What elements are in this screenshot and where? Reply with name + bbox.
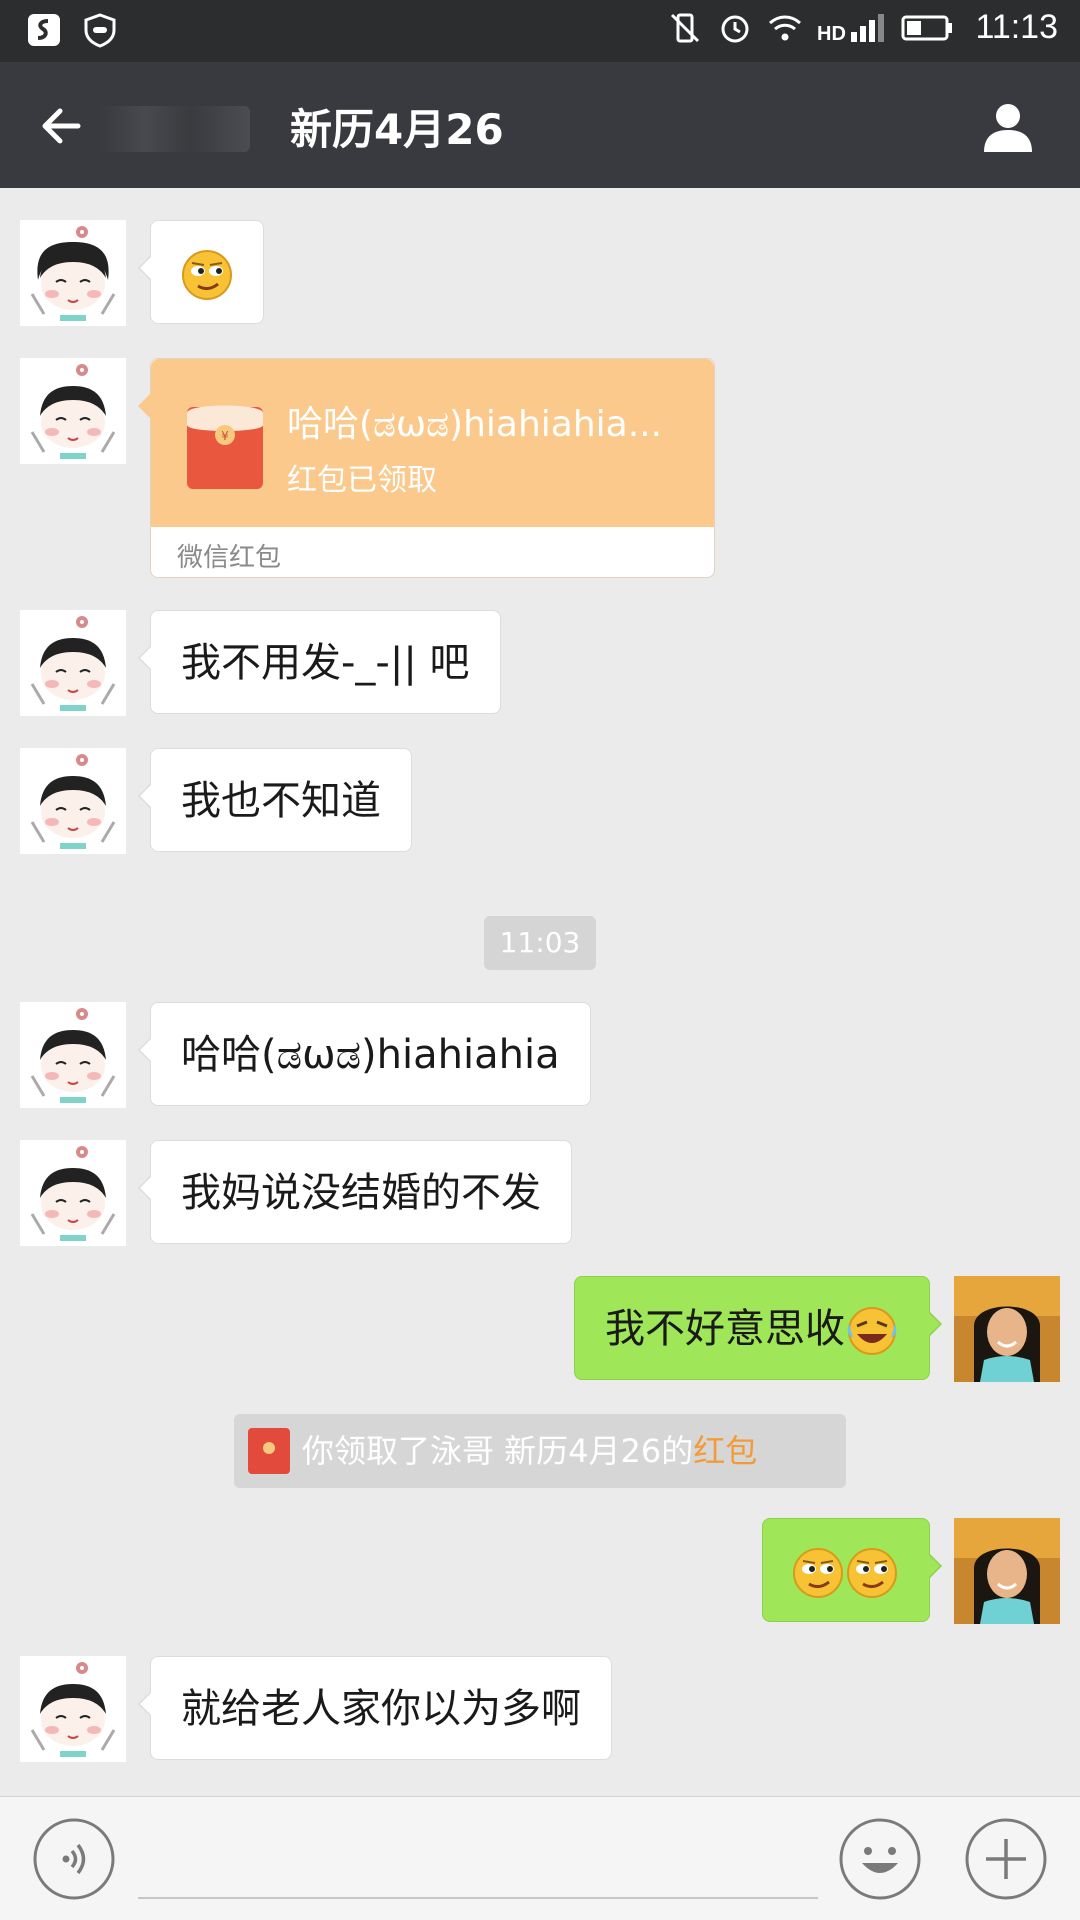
plus-icon <box>965 1818 1047 1900</box>
friend-avatar[interactable] <box>20 1002 126 1108</box>
red-envelope-icon: ¥ <box>187 405 263 489</box>
red-packet-link[interactable]: 红包 <box>693 1432 757 1470</box>
red-packet-title: 哈哈(ಡωಡ)hiahiahia... <box>287 404 663 445</box>
friend-avatar[interactable] <box>20 1140 126 1246</box>
red-packet-status: 红包已领取 <box>287 463 437 498</box>
status-bar: HD 11:13 <box>0 0 1080 62</box>
voice-icon <box>33 1818 115 1900</box>
plus-button[interactable] <box>964 1817 1048 1901</box>
alarm-icon <box>721 15 749 42</box>
red-packet-footer: 微信红包 <box>177 543 282 573</box>
laugh-cry-emoji-icon <box>845 1304 899 1358</box>
message-bubble[interactable]: 我妈说没结婚的不发 <box>138 1140 572 1244</box>
red-envelope-icon <box>248 1428 290 1474</box>
sent-emoji-bubble[interactable] <box>762 1518 942 1622</box>
soul-app-icon <box>28 14 60 46</box>
battery-icon <box>901 15 953 40</box>
input-bar <box>0 1796 1080 1920</box>
message-bubble[interactable]: 我也不知道 <box>138 748 412 852</box>
emoji-button[interactable] <box>838 1817 922 1901</box>
redacted-name <box>100 106 250 152</box>
smirk-emoji-icon <box>791 1546 845 1600</box>
hd-signal-icon: HD <box>817 13 885 45</box>
system-notice-text: 你领取了泳哥 新历4月26的 <box>302 1432 694 1470</box>
message-bubble-emoji[interactable] <box>138 220 264 324</box>
sent-message-bubble[interactable]: 我不好意思收 <box>574 1276 942 1380</box>
svg-text:HD: HD <box>817 23 846 45</box>
voice-button[interactable] <box>32 1817 116 1901</box>
message-bubble[interactable]: 哈哈(ಡωಡ)hiahiahia <box>138 1002 591 1106</box>
red-packet-card[interactable]: ¥ 哈哈(ಡωಡ)hiahiahia... 红包已领取 微信红包 <box>138 358 715 578</box>
smirk-emoji-icon <box>180 248 234 302</box>
friend-avatar[interactable] <box>20 358 126 464</box>
timestamp: 11:03 <box>484 916 596 970</box>
smirk-emoji-icon <box>845 1546 899 1600</box>
vibrate-off-icon <box>671 13 700 42</box>
message-bubble[interactable]: 我不用发-_-|| 吧 <box>138 610 501 714</box>
nav-bar: 新历4月26 <box>0 62 1080 188</box>
sent-message-text: 我不好意思收 <box>605 1306 845 1352</box>
smiley-icon <box>839 1818 921 1900</box>
back-arrow-icon[interactable] <box>38 102 86 150</box>
my-avatar[interactable] <box>954 1276 1060 1382</box>
status-time: 11:13 <box>975 8 1058 46</box>
wifi-icon <box>769 15 802 40</box>
system-notice: 你领取了泳哥 新历4月26的红包 <box>234 1414 846 1488</box>
message-input[interactable] <box>138 1897 818 1899</box>
chat-area[interactable]: ¥ 哈哈(ಡωಡ)hiahiahia... 红包已领取 微信红包 我不用发-_-… <box>0 188 1080 1796</box>
shield-icon <box>84 13 116 48</box>
my-avatar[interactable] <box>954 1518 1060 1624</box>
friend-avatar[interactable] <box>20 220 126 326</box>
person-icon[interactable] <box>980 98 1036 154</box>
friend-avatar[interactable] <box>20 748 126 854</box>
friend-avatar[interactable] <box>20 1656 126 1762</box>
svg-text:¥: ¥ <box>221 429 229 443</box>
friend-avatar[interactable] <box>20 610 126 716</box>
message-bubble[interactable]: 就给老人家你以为多啊 <box>138 1656 612 1760</box>
chat-title: 新历4月26 <box>290 105 504 154</box>
